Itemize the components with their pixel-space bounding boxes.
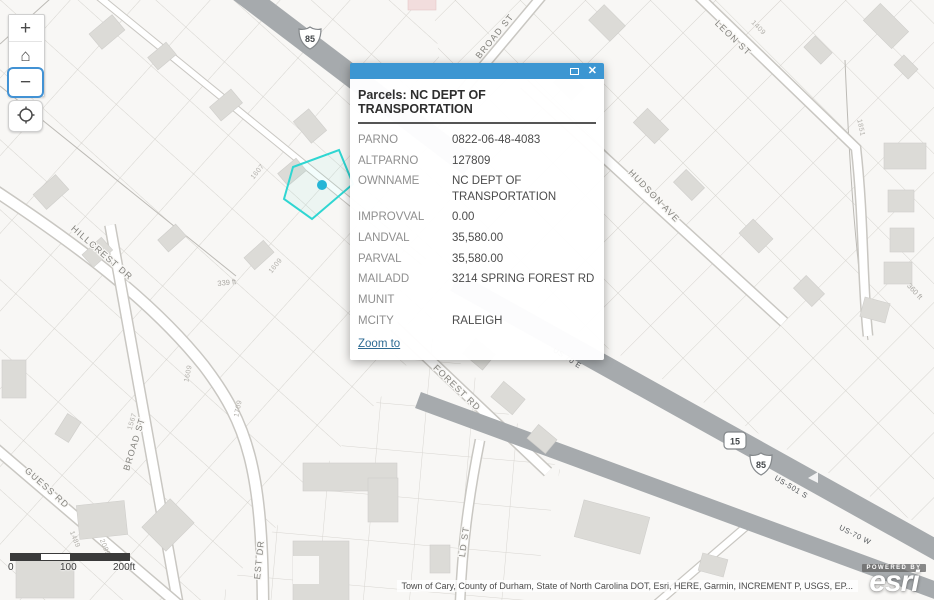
attribute-row: MCITY RALEIGH [358, 314, 596, 329]
locate-button[interactable] [8, 100, 43, 132]
feature-popup: ✕ Parcels: NC DEPT OF TRANSPORTATION PAR… [350, 63, 604, 360]
svg-text:15: 15 [730, 437, 740, 447]
locate-icon [17, 106, 35, 124]
field-label: MCITY [358, 314, 452, 329]
scalebar-labels: 0 100 200ft [10, 561, 160, 574]
field-value: 35,580.00 [452, 252, 503, 267]
attribute-row: OWNNAME NC DEPT OF TRANSPORTATION [358, 174, 596, 204]
field-label: MUNIT [358, 293, 452, 308]
zoom-in-button[interactable]: + [9, 15, 42, 42]
map-attribution: Town of Cary, County of Durham, State of… [397, 580, 858, 592]
us-15-shield: 15 [724, 432, 746, 449]
field-label: ALTPARNO [358, 154, 452, 169]
field-label: PARNO [358, 133, 452, 148]
field-label: LANDVAL [358, 231, 452, 246]
attribute-row: ALTPARNO 127809 [358, 154, 596, 169]
scalebar-label: 0 [8, 562, 14, 573]
field-label: PARVAL [358, 252, 452, 267]
popup-header: ✕ [350, 63, 604, 79]
map-viewer: 85 15 85 BROAD ST LEON ST HUDSON AVE HIL… [0, 0, 934, 600]
svg-text:85: 85 [305, 34, 315, 44]
selected-parcel-dot [317, 180, 327, 190]
field-label: OWNNAME [358, 174, 452, 204]
popup-body: Parcels: NC DEPT OF TRANSPORTATION PARNO… [350, 79, 604, 360]
attribute-row: MUNIT [358, 293, 596, 308]
scalebar: 0 100 200ft [10, 553, 160, 574]
attribute-row: PARVAL 35,580.00 [358, 252, 596, 267]
scalebar-bar [10, 553, 130, 561]
attribute-row: IMPROVVAL 0.00 [358, 210, 596, 225]
attribute-row: PARNO 0822-06-48-4083 [358, 133, 596, 148]
dock-icon[interactable] [570, 68, 579, 75]
field-value: 35,580.00 [452, 231, 503, 246]
svg-text:85: 85 [756, 460, 766, 470]
field-value: RALEIGH [452, 314, 503, 329]
scalebar-label: 100 [60, 562, 77, 573]
field-value: 0.00 [452, 210, 474, 225]
esri-logo: POWERED BY esri [856, 556, 932, 600]
zoom-out-button[interactable]: − [9, 69, 42, 96]
close-icon[interactable]: ✕ [588, 66, 597, 77]
home-icon: ⌂ [20, 46, 30, 65]
field-value: 127809 [452, 154, 490, 169]
zoom-to-link[interactable]: Zoom to [358, 338, 400, 350]
field-label: MAILADD [358, 272, 452, 287]
field-value: 0822-06-48-4083 [452, 133, 540, 148]
popup-title: Parcels: NC DEPT OF TRANSPORTATION [358, 88, 596, 116]
field-value: NC DEPT OF TRANSPORTATION [452, 174, 596, 204]
field-value: 3214 SPRING FOREST RD [452, 272, 594, 287]
attribute-row: MAILADD 3214 SPRING FOREST RD [358, 272, 596, 287]
scalebar-label: 200ft [113, 562, 135, 573]
field-label: IMPROVVAL [358, 210, 452, 225]
popup-divider [358, 122, 596, 124]
zoom-widget: + ⌂ − [8, 14, 45, 97]
attribute-row: LANDVAL 35,580.00 [358, 231, 596, 246]
home-button[interactable]: ⌂ [9, 42, 42, 69]
